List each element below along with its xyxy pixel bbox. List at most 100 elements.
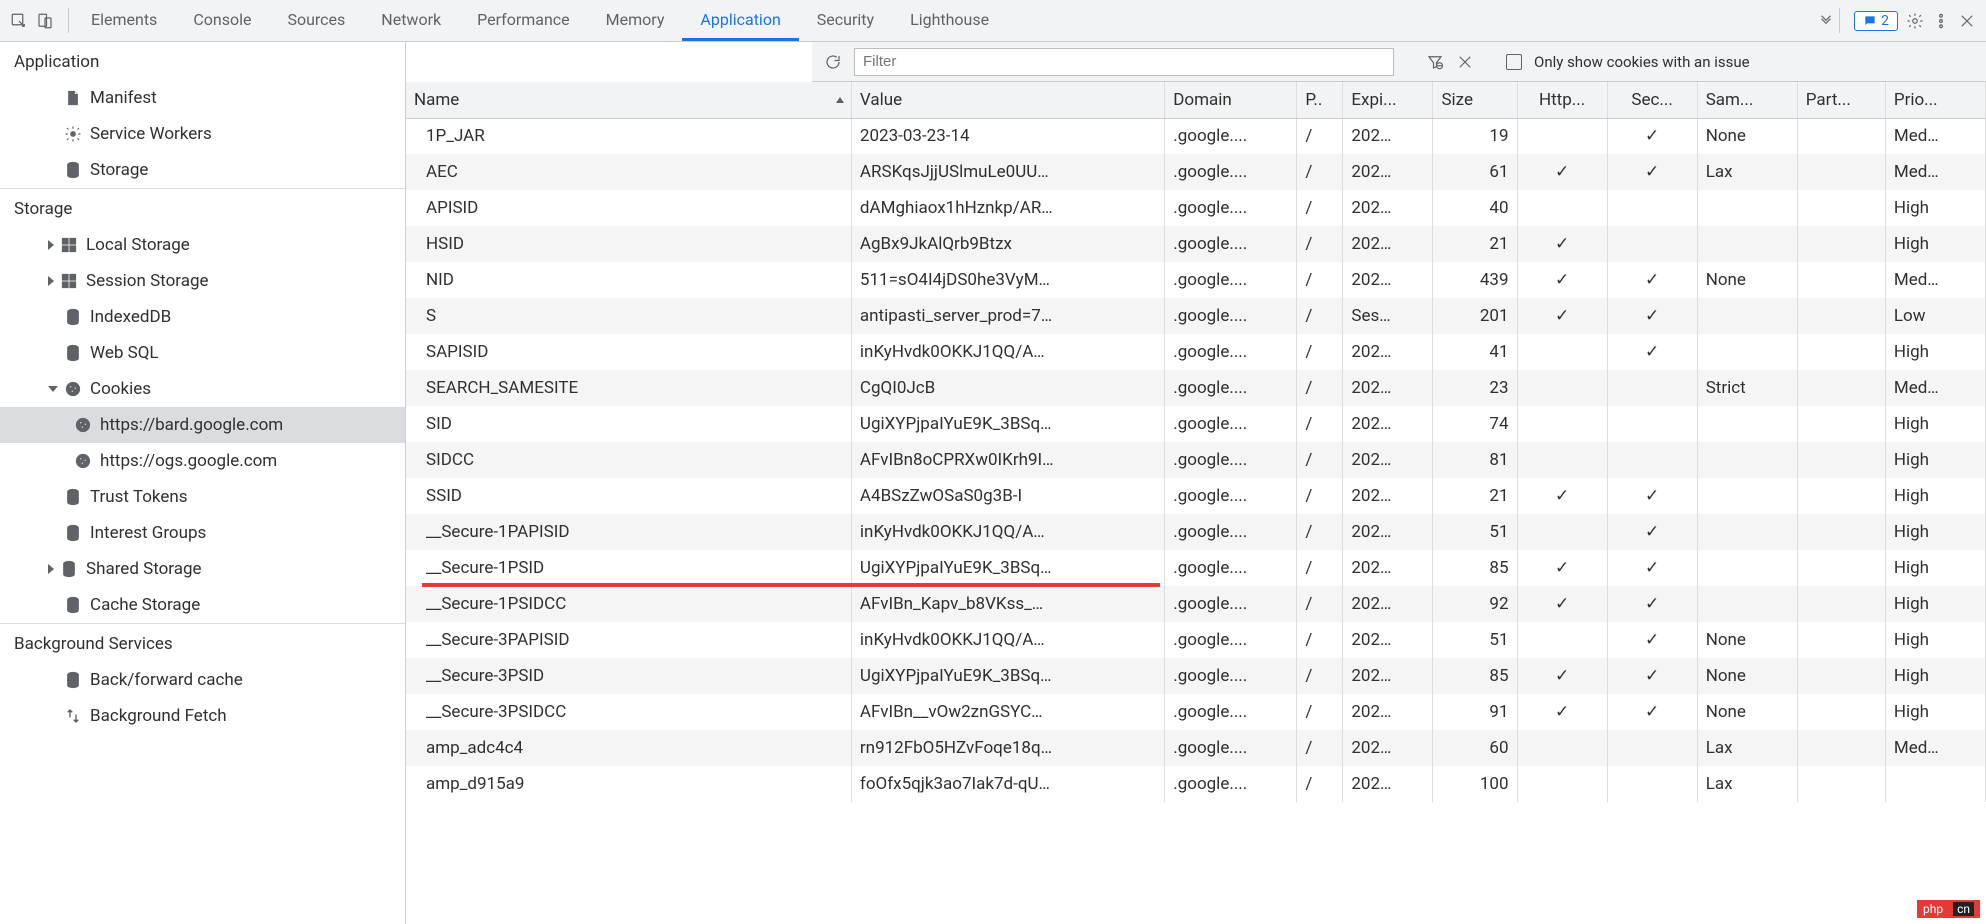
- col-expires[interactable]: Expi...: [1343, 82, 1433, 118]
- table-row[interactable]: 1P_JAR2023-03-23-14.google..../202…19✓No…: [406, 118, 1986, 154]
- col-priority[interactable]: Prio...: [1885, 82, 1985, 118]
- only-issue-checkbox[interactable]: [1506, 54, 1522, 70]
- col-name[interactable]: Name: [406, 82, 851, 118]
- tab-network[interactable]: Network: [363, 0, 459, 41]
- col-value[interactable]: Value: [851, 82, 1164, 118]
- cell-expires: 202…: [1343, 586, 1433, 622]
- tab-sources[interactable]: Sources: [269, 0, 363, 41]
- table-row[interactable]: __Secure-3PSIDUgiXYPjpaIYuE9K_3BSq….goog…: [406, 658, 1986, 694]
- table-row[interactable]: NID511=sO4I4jDS0he3VyM….google..../202…4…: [406, 262, 1986, 298]
- table-row[interactable]: amp_adc4c4rn912FbO5HZvFoqe18q….google...…: [406, 730, 1986, 766]
- cell-secure: [1607, 226, 1697, 262]
- col-path[interactable]: P..: [1297, 82, 1343, 118]
- cell-domain: .google....: [1165, 406, 1297, 442]
- sidebar-item-https-ogs-google-com[interactable]: https://ogs.google.com: [0, 443, 405, 479]
- cell-secure: ✓: [1607, 550, 1697, 586]
- clear-all-icon[interactable]: [1456, 53, 1474, 71]
- sidebar-item-https-bard-google-com[interactable]: https://bard.google.com: [0, 407, 405, 443]
- cell-size: 439: [1433, 262, 1517, 298]
- cell-expires: 202…: [1343, 406, 1433, 442]
- tab-lighthouse[interactable]: Lighthouse: [892, 0, 1007, 41]
- sidebar-item-storage[interactable]: Storage: [0, 152, 405, 188]
- sidebar-item-cache-storage[interactable]: Cache Storage: [0, 587, 405, 623]
- cell-partition: [1797, 694, 1885, 730]
- cell-domain: .google....: [1165, 658, 1297, 694]
- more-tabs-icon[interactable]: [1817, 12, 1835, 30]
- cell-priority: High: [1885, 514, 1985, 550]
- tab-security[interactable]: Security: [799, 0, 892, 41]
- settings-icon[interactable]: [1906, 12, 1924, 30]
- table-row[interactable]: __Secure-3PSIDCCAFvIBn__vOw2znGSYC….goog…: [406, 694, 1986, 730]
- cell-secure: ✓: [1607, 694, 1697, 730]
- col-secure[interactable]: Sec...: [1607, 82, 1697, 118]
- tab-performance[interactable]: Performance: [459, 0, 588, 41]
- chevron-right-icon[interactable]: [48, 276, 54, 286]
- table-row[interactable]: amp_d915a9foOfx5qjk3ao7Iak7d-qU….google.…: [406, 766, 1986, 802]
- table-row[interactable]: SEARCH_SAMESITECgQI0JcB.google..../202…2…: [406, 370, 1986, 406]
- sidebar-item-service-workers[interactable]: Service Workers: [0, 116, 405, 152]
- col-samesite[interactable]: Sam...: [1697, 82, 1797, 118]
- col-partition[interactable]: Part...: [1797, 82, 1885, 118]
- tab-memory[interactable]: Memory: [588, 0, 683, 41]
- sidebar-item-session-storage[interactable]: Session Storage: [0, 263, 405, 299]
- watermark-badge: phpcn: [1917, 900, 1980, 918]
- sidebar-item-back-forward-cache[interactable]: Back/forward cache: [0, 662, 405, 698]
- chevron-down-icon[interactable]: [48, 386, 58, 392]
- cell-priority: Med…: [1885, 262, 1985, 298]
- sidebar-item-indexeddb[interactable]: IndexedDB: [0, 299, 405, 335]
- sidebar-item-interest-groups[interactable]: Interest Groups: [0, 515, 405, 551]
- filter-input[interactable]: [854, 48, 1394, 76]
- cell-partition: [1797, 442, 1885, 478]
- cell-priority: Low: [1885, 298, 1985, 334]
- table-row[interactable]: __Secure-1PSIDUgiXYPjpaIYuE9K_3BSq….goog…: [406, 550, 1986, 586]
- cell-expires: 202…: [1343, 442, 1433, 478]
- sidebar-item-label: Service Workers: [90, 124, 212, 144]
- table-row[interactable]: SIDUgiXYPjpaIYuE9K_3BSq….google..../202……: [406, 406, 1986, 442]
- kebab-menu-icon[interactable]: [1932, 12, 1950, 30]
- cell-priority: Med…: [1885, 730, 1985, 766]
- sidebar-item-trust-tokens[interactable]: Trust Tokens: [0, 479, 405, 515]
- inspect-element-icon[interactable]: [10, 12, 28, 30]
- table-row[interactable]: AECARSKqsJjjUSlmuLe0UU….google..../202…6…: [406, 154, 1986, 190]
- table-row[interactable]: __Secure-1PSIDCCAFvIBn_Kapv_b8VKss_….goo…: [406, 586, 1986, 622]
- tab-application[interactable]: Application: [682, 0, 798, 41]
- sidebar-item-background-fetch[interactable]: Background Fetch: [0, 698, 405, 734]
- sidebar-item-shared-storage[interactable]: Shared Storage: [0, 551, 405, 587]
- cookies-table: NameValueDomainP..Expi...SizeHttp...Sec.…: [406, 82, 1986, 802]
- device-toggle-icon[interactable]: [36, 12, 54, 30]
- close-devtools-icon[interactable]: [1958, 12, 1976, 30]
- sidebar-item-web-sql[interactable]: Web SQL: [0, 335, 405, 371]
- table-row[interactable]: SIDCCAFvIBn8oCPRXw0IKrh9I….google..../20…: [406, 442, 1986, 478]
- tab-elements[interactable]: Elements: [73, 0, 175, 41]
- clear-filter-icon[interactable]: [1426, 53, 1444, 71]
- cell-expires: Ses…: [1343, 298, 1433, 334]
- sidebar-item-local-storage[interactable]: Local Storage: [0, 227, 405, 263]
- cell-samesite: Lax: [1697, 766, 1797, 802]
- table-row[interactable]: APISIDdAMghiaox1hHznkp/AR….google..../20…: [406, 190, 1986, 226]
- table-row[interactable]: __Secure-1PAPISIDinKyHvdk0OKKJ1QQ/A….goo…: [406, 514, 1986, 550]
- chevron-right-icon[interactable]: [48, 564, 54, 574]
- col-size[interactable]: Size: [1433, 82, 1517, 118]
- sidebar-item-manifest[interactable]: Manifest: [0, 80, 405, 116]
- refresh-icon[interactable]: [824, 53, 842, 71]
- table-row[interactable]: SAPISIDinKyHvdk0OKKJ1QQ/A….google..../20…: [406, 334, 1986, 370]
- cell-expires: 202…: [1343, 550, 1433, 586]
- cell-priority: Med…: [1885, 118, 1985, 154]
- table-row[interactable]: SSIDA4BSzZwOSaS0g3B-I.google..../202…21✓…: [406, 478, 1986, 514]
- cell-path: /: [1297, 334, 1343, 370]
- sidebar-item-cookies[interactable]: Cookies: [0, 371, 405, 407]
- col-domain[interactable]: Domain: [1165, 82, 1297, 118]
- cell-path: /: [1297, 154, 1343, 190]
- cell-http: [1517, 766, 1607, 802]
- chevron-right-icon[interactable]: [48, 240, 54, 250]
- table-row[interactable]: HSIDAgBx9JkAlQrb9Btzx.google..../202…21✓…: [406, 226, 1986, 262]
- tab-console[interactable]: Console: [175, 0, 269, 41]
- table-row[interactable]: Santipasti_server_prod=7….google..../Ses…: [406, 298, 1986, 334]
- cell-value: inKyHvdk0OKKJ1QQ/A…: [851, 334, 1164, 370]
- cell-secure: ✓: [1607, 586, 1697, 622]
- cell-domain: .google....: [1165, 586, 1297, 622]
- issues-pill[interactable]: 2: [1854, 11, 1898, 31]
- col-http[interactable]: Http...: [1517, 82, 1607, 118]
- cell-expires: 202…: [1343, 658, 1433, 694]
- table-row[interactable]: __Secure-3PAPISIDinKyHvdk0OKKJ1QQ/A….goo…: [406, 622, 1986, 658]
